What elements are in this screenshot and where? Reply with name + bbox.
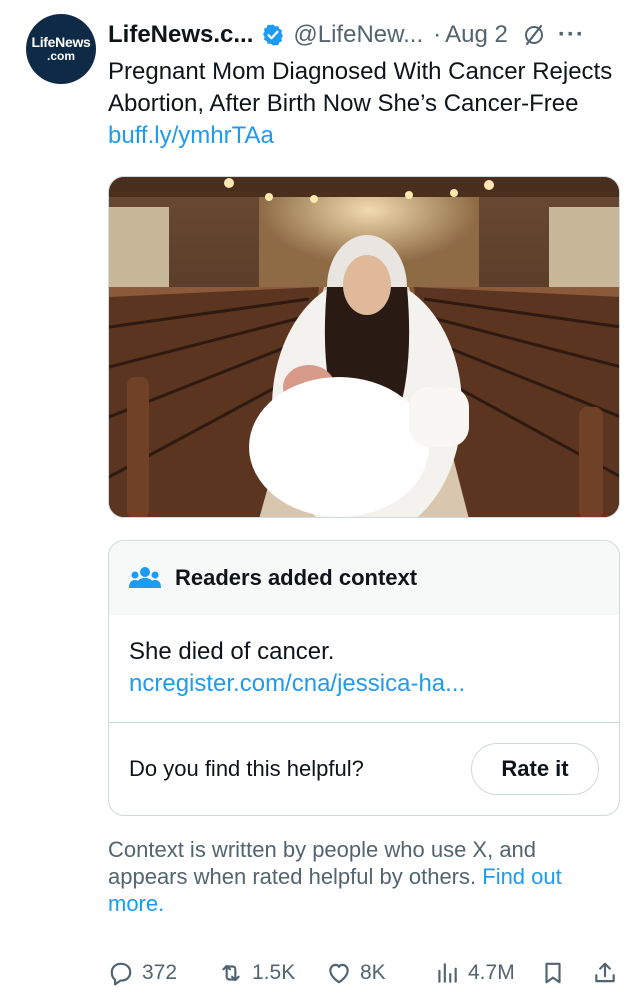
account-handle[interactable]: @LifeNew... (293, 21, 423, 49)
reply-button[interactable]: 372 (108, 956, 177, 990)
view-count: 4.7M (468, 961, 515, 984)
repost-icon (222, 964, 240, 982)
tweet-header: LifeNews.c... @LifeNew... · Aug 2 ··· (108, 18, 634, 52)
tweet-date[interactable]: Aug 2 (445, 21, 508, 49)
bookmark-icon (545, 962, 561, 984)
verified-badge-icon[interactable] (261, 23, 285, 47)
avatar[interactable]: LifeNews .com (26, 14, 96, 84)
tweet-actions: 372 1.5K 8K 4.7M (108, 956, 628, 990)
tweet-image[interactable] (108, 176, 620, 518)
more-options-icon[interactable]: ··· (558, 21, 585, 49)
community-note-info-text: Context is written by people who use X, … (108, 837, 537, 889)
community-note-card: Readers added context She died of cancer… (108, 540, 620, 816)
community-note-body: She died of cancer. ncregister.com/cna/j… (109, 615, 619, 723)
separator-dot: · (433, 21, 442, 48)
share-icon (595, 962, 615, 983)
share-button[interactable] (592, 956, 618, 990)
views-chart-icon (438, 963, 457, 983)
community-note-link[interactable]: ncregister.com/cna/jessica-ha... (129, 667, 599, 701)
bookmark-button[interactable] (540, 956, 566, 990)
reply-count: 372 (142, 961, 178, 984)
tweet-text: Pregnant Mom Diagnosed With Cancer Rejec… (108, 56, 628, 152)
repost-button[interactable]: 1.5K (218, 956, 295, 990)
heart-icon (329, 963, 349, 984)
helpful-question: Do you find this helpful? (129, 756, 364, 781)
avatar-text-lifenews: LifeNews (31, 34, 91, 50)
tweet-body: Pregnant Mom Diagnosed With Cancer Rejec… (108, 58, 613, 117)
like-button[interactable]: 8K (326, 956, 386, 990)
community-note-header: Readers added context (109, 541, 619, 615)
reply-icon (110, 962, 132, 986)
community-note-text: She died of cancer. (129, 638, 335, 665)
avatar-text-com: .com (46, 49, 75, 63)
grok-icon[interactable] (522, 23, 546, 47)
tweet-link[interactable]: buff.ly/ymhrTAa (108, 122, 274, 149)
community-note-title: Readers added context (175, 565, 418, 590)
community-note-info: Context is written by people who use X, … (108, 836, 608, 917)
rate-it-button[interactable]: Rate it (471, 743, 599, 795)
church-photo (109, 177, 619, 517)
repost-count: 1.5K (252, 961, 296, 984)
account-name[interactable]: LifeNews.c... (108, 21, 253, 49)
people-icon (129, 567, 161, 588)
community-note-footer: Do you find this helpful? Rate it (109, 723, 619, 815)
views-button[interactable]: 4.7M (434, 956, 515, 990)
like-count: 8K (360, 961, 386, 984)
